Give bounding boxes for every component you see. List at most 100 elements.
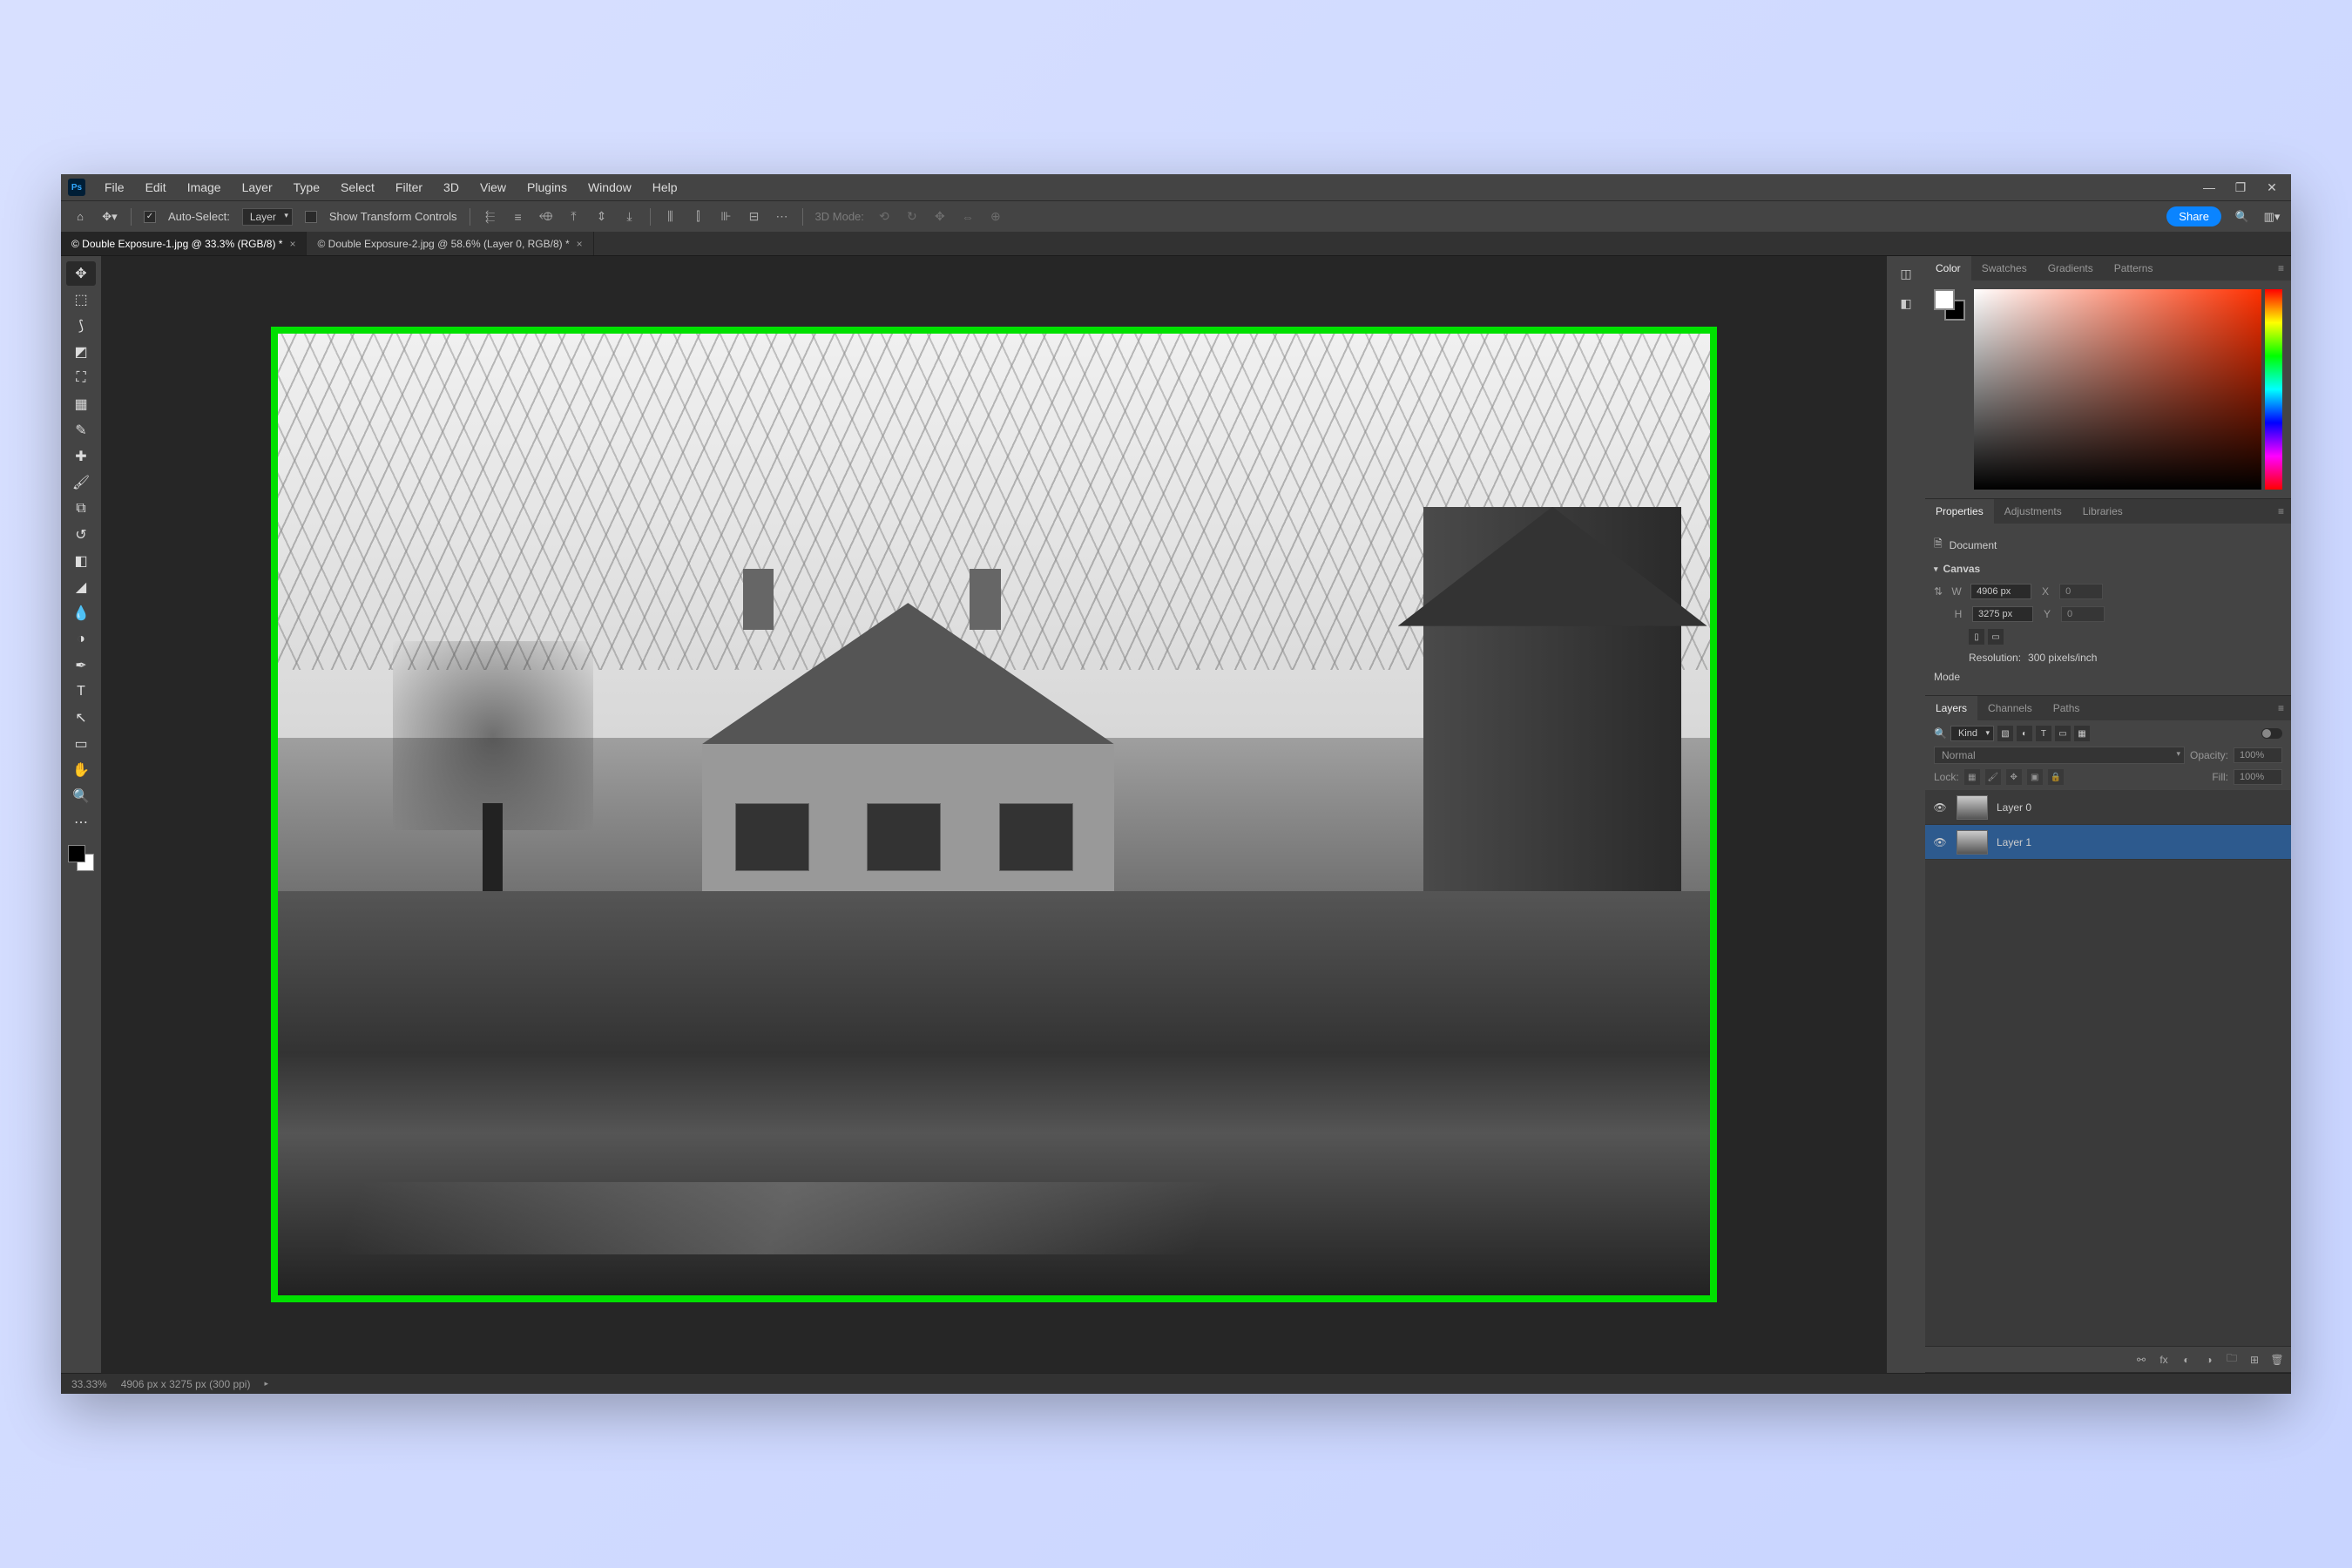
tab-properties[interactable]: Properties — [1925, 499, 1994, 524]
tab-layers[interactable]: Layers — [1925, 696, 1977, 720]
workspace-switcher-icon[interactable]: ▥▾ — [2263, 208, 2281, 226]
mini-color-swatches[interactable] — [1934, 289, 1965, 321]
fill-input[interactable] — [2234, 769, 2282, 785]
tab-adjustments[interactable]: Adjustments — [1994, 499, 2072, 524]
foreground-background-colors[interactable] — [68, 845, 94, 871]
align-top-icon[interactable]: ⤒ — [566, 209, 582, 225]
align-middle-icon[interactable]: ⇕ — [594, 209, 610, 225]
tool-object-select[interactable]: ◩ — [66, 340, 96, 364]
delete-layer-icon[interactable]: 🗑 — [2270, 1353, 2284, 1367]
tool-zoom[interactable]: 🔍 — [66, 784, 96, 808]
distribute-v-icon[interactable]: ⫿ — [691, 209, 706, 225]
opacity-input[interactable] — [2234, 747, 2282, 763]
share-button[interactable]: Share — [2166, 206, 2221, 226]
tool-dodge[interactable]: ◑ — [66, 627, 96, 652]
home-icon[interactable]: ⌂ — [71, 208, 89, 226]
tool-pen[interactable]: ✒ — [66, 653, 96, 678]
history-panel-icon[interactable]: ◫ — [1896, 263, 1916, 284]
blend-mode-dropdown[interactable]: Normal — [1934, 747, 2185, 764]
filter-type-icon[interactable]: T — [2036, 726, 2051, 741]
menu-window[interactable]: Window — [579, 177, 640, 198]
menu-filter[interactable]: Filter — [387, 177, 431, 198]
tool-hand[interactable]: ✋ — [66, 758, 96, 782]
layer-name[interactable]: Layer 1 — [1997, 836, 2031, 848]
more-options-icon[interactable]: ⋯ — [774, 209, 790, 225]
tool-path[interactable]: ↖ — [66, 706, 96, 730]
align-center-h-icon[interactable]: ≡ — [510, 209, 526, 225]
tool-crop[interactable]: ⛶ — [66, 366, 96, 390]
filter-kind-dropdown[interactable]: Kind — [1950, 726, 1994, 741]
tool-lasso[interactable]: ⟆ — [66, 314, 96, 338]
saturation-brightness-box[interactable] — [1974, 289, 2261, 490]
menu-layer[interactable]: Layer — [233, 177, 281, 198]
menu-view[interactable]: View — [471, 177, 515, 198]
tab-libraries[interactable]: Libraries — [2072, 499, 2133, 524]
align-left-icon[interactable]: ⬱ — [483, 209, 498, 225]
tool-gradient[interactable]: ◢ — [66, 575, 96, 599]
x-input[interactable] — [2059, 584, 2103, 599]
menu-type[interactable]: Type — [285, 177, 328, 198]
tab-channels[interactable]: Channels — [1977, 696, 2043, 720]
canvas-area[interactable] — [101, 256, 1887, 1373]
layer-thumbnail[interactable] — [1957, 795, 1988, 820]
layer-row[interactable]: 👁 Layer 1 — [1925, 825, 2291, 860]
tab-close-icon[interactable]: × — [577, 238, 583, 250]
menu-3d[interactable]: 3D — [435, 177, 468, 198]
link-layers-icon[interactable]: ⚯ — [2134, 1353, 2148, 1367]
mini-foreground[interactable] — [1934, 289, 1955, 310]
visibility-toggle-icon[interactable]: 👁 — [1932, 801, 1948, 814]
lock-artboard-icon[interactable]: ▣ — [2027, 769, 2043, 785]
menu-image[interactable]: Image — [179, 177, 230, 198]
tool-frame[interactable]: ▦ — [66, 392, 96, 416]
document-tab-1[interactable]: © Double Exposure-1.jpg @ 33.3% (RGB/8) … — [61, 232, 307, 255]
menu-edit[interactable]: Edit — [137, 177, 175, 198]
tool-history-brush[interactable]: ↺ — [66, 523, 96, 547]
zoom-level[interactable]: 33.33% — [71, 1378, 107, 1390]
layer-name[interactable]: Layer 0 — [1997, 801, 2031, 814]
filter-toggle[interactable] — [2261, 728, 2282, 739]
move-tool-icon[interactable]: ✥▾ — [101, 208, 118, 226]
tab-swatches[interactable]: Swatches — [1971, 256, 2038, 280]
auto-select-dropdown[interactable]: Layer — [242, 208, 293, 226]
document-canvas[interactable] — [271, 327, 1717, 1302]
distribute-h-icon[interactable]: ⫼ — [663, 209, 679, 225]
menu-plugins[interactable]: Plugins — [518, 177, 576, 198]
canvas-section-header[interactable]: Canvas — [1934, 558, 2282, 580]
tool-shape[interactable]: ▭ — [66, 732, 96, 756]
link-wh-icon[interactable]: ⇅ — [1934, 585, 1943, 598]
tab-gradients[interactable]: Gradients — [2038, 256, 2104, 280]
layer-style-icon[interactable]: fx — [2157, 1353, 2171, 1367]
layer-row[interactable]: 👁 Layer 0 — [1925, 790, 2291, 825]
tool-edit-toolbar[interactable]: ⋯ — [66, 810, 96, 835]
lock-pixels-icon[interactable]: 🖌 — [1985, 769, 2001, 785]
panel-menu-icon[interactable]: ≡ — [2271, 499, 2291, 524]
minimize-button[interactable]: — — [2197, 179, 2221, 196]
new-layer-icon[interactable]: ⊞ — [2247, 1353, 2261, 1367]
adjustment-layer-icon[interactable]: ◑ — [2202, 1353, 2216, 1367]
layer-mask-icon[interactable]: ◐ — [2180, 1353, 2193, 1367]
panel-menu-icon[interactable]: ≡ — [2271, 256, 2291, 280]
tool-type[interactable]: T — [66, 679, 96, 704]
panel-menu-icon[interactable]: ≡ — [2271, 696, 2291, 720]
tool-brush[interactable]: 🖌 — [66, 470, 96, 495]
tool-marquee[interactable]: ⬚ — [66, 287, 96, 312]
document-tab-2[interactable]: © Double Exposure-2.jpg @ 58.6% (Layer 0… — [307, 232, 593, 255]
filter-shape-icon[interactable]: ▭ — [2055, 726, 2071, 741]
filter-search-icon[interactable]: 🔍 — [1934, 727, 1947, 740]
visibility-toggle-icon[interactable]: 👁 — [1932, 836, 1948, 848]
group-icon[interactable]: 🗀 — [2225, 1353, 2239, 1367]
tool-healing[interactable]: ✚ — [66, 444, 96, 469]
tool-move[interactable]: ✥ — [66, 261, 96, 286]
close-button[interactable]: ✕ — [2260, 179, 2284, 196]
align-right-icon[interactable]: ⬲ — [538, 209, 554, 225]
tab-close-icon[interactable]: × — [289, 238, 295, 250]
foreground-color[interactable] — [68, 845, 85, 862]
status-chevron-icon[interactable]: ▸ — [264, 1379, 268, 1389]
align-to-icon[interactable]: ⊟ — [747, 209, 762, 225]
maximize-button[interactable]: ❐ — [2228, 179, 2253, 196]
menu-file[interactable]: File — [96, 177, 133, 198]
menu-help[interactable]: Help — [644, 177, 686, 198]
y-input[interactable] — [2061, 606, 2105, 622]
orientation-portrait-icon[interactable]: ▯ — [1969, 629, 1984, 645]
layer-thumbnail[interactable] — [1957, 830, 1988, 855]
